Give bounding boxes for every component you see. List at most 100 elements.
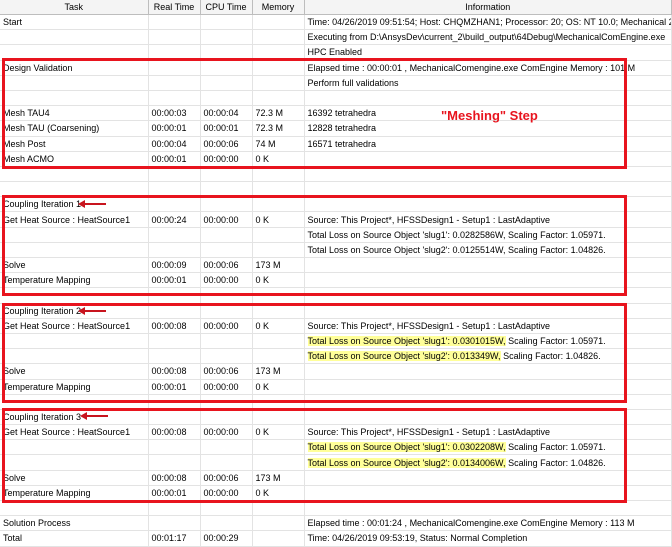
table-row[interactable]: Mesh ACMO 00:00:01 00:00:00 0 K [0, 151, 672, 167]
cpu-time-cell: 00:00:04 [200, 105, 253, 122]
information-cell: 16571 tetrahedra [304, 136, 672, 152]
task-cell: Solution Process [0, 515, 149, 532]
memory-cell [252, 333, 305, 350]
task-cell: Get Heat Source : HeatSource1 [0, 424, 149, 441]
task-cell: Temperature Mapping [0, 485, 149, 502]
information-cell: Total Loss on Source Object 'slug2': 0.0… [304, 454, 672, 471]
task-cell: Mesh Post [0, 136, 149, 152]
real-time-cell [148, 60, 201, 76]
column-header-memory[interactable]: Memory [252, 0, 305, 15]
table-row[interactable]: Total Loss on Source Object 'slug2': 0.0… [0, 348, 672, 365]
memory-cell: 173 M [252, 363, 305, 380]
table-row[interactable] [0, 287, 672, 304]
table-row[interactable]: Solve 00:00:09 00:00:06 173 M [0, 257, 672, 274]
memory-cell [252, 348, 305, 365]
real-time-cell [148, 196, 201, 213]
memory-cell: 0 K [252, 211, 305, 228]
table-row[interactable] [0, 90, 672, 107]
column-header-task[interactable]: Task [0, 0, 149, 15]
cpu-time-cell: 00:00:00 [200, 151, 253, 167]
information-cell [304, 363, 672, 380]
table-row[interactable]: Total Loss on Source Object 'slug2': 0.0… [0, 454, 672, 471]
table-row[interactable]: Get Heat Source : HeatSource1 00:00:08 00:… [0, 318, 672, 334]
memory-cell [252, 454, 305, 471]
table-row[interactable]: Total Loss on Source Object 'slug1': 0.0… [0, 227, 672, 243]
real-time-cell: 00:00:08 [148, 424, 201, 441]
cpu-time-cell [200, 454, 253, 471]
cpu-time-cell: 00:00:00 [200, 379, 253, 395]
table-row[interactable]: HPC Enabled [0, 44, 672, 61]
real-time-cell: 00:00:01 [148, 120, 201, 137]
scaling-factor-text: Scaling Factor: 1.05971. [505, 336, 606, 347]
task-cell [0, 333, 149, 350]
cpu-time-cell: 00:00:00 [200, 485, 253, 502]
task-cell: Design Validation [0, 60, 149, 76]
table-row[interactable]: Total Loss on Source Object 'slug2': 0.0… [0, 242, 672, 259]
table-row[interactable]: Total Loss on Source Object 'slug1': 0.0… [0, 333, 672, 350]
table-row[interactable]: Total Loss on Source Object 'slug1': 0.0… [0, 439, 672, 456]
table-row[interactable]: Design Validation Elapsed time : 00:00:01… [0, 60, 672, 76]
real-time-cell [148, 44, 201, 61]
real-time-cell [148, 348, 201, 365]
cpu-time-cell [200, 409, 253, 426]
table-row[interactable]: Perform full validations [0, 75, 672, 91]
task-cell: Coupling Iteration 1 [0, 196, 149, 213]
table-row[interactable]: Solve 00:00:08 00:00:06 173 M [0, 470, 672, 486]
table-row[interactable] [0, 500, 672, 517]
memory-cell [252, 500, 305, 517]
table-row[interactable]: Mesh TAU (Coarsening) 00:00:01 00:00:01 72.… [0, 120, 672, 137]
memory-cell [252, 60, 305, 76]
column-header-cpu-time[interactable]: CPU Time [200, 0, 253, 15]
task-cell: Mesh TAU (Coarsening) [0, 120, 149, 137]
information-cell: Elapsed time : 00:01:24 , MechanicalCome… [304, 515, 672, 532]
column-header-information[interactable]: Information [304, 0, 672, 15]
task-cell [0, 166, 149, 183]
cpu-time-cell [200, 166, 253, 183]
task-cell [0, 439, 149, 456]
cpu-time-cell [200, 394, 253, 410]
table-row[interactable]: Temperature Mapping 00:00:01 00:00:00 0 K [0, 272, 672, 289]
table-row[interactable]: Temperature Mapping 00:00:01 00:00:00 0 K [0, 379, 672, 395]
information-cell [304, 257, 672, 274]
task-cell: Solve [0, 363, 149, 380]
table-row[interactable]: Solution Process Elapsed time : 00:01:24 … [0, 515, 672, 532]
memory-cell: 0 K [252, 318, 305, 334]
table-row[interactable] [0, 394, 672, 410]
table-row[interactable]: Solve 00:00:08 00:00:06 173 M [0, 363, 672, 380]
information-cell: Source: This Project*, HFSSDesign1 - Set… [304, 424, 672, 441]
table-row[interactable]: Mesh Post 00:00:04 00:00:06 74 M 16571 tetra… [0, 136, 672, 152]
cpu-time-cell: 00:00:06 [200, 470, 253, 486]
column-header-real-time[interactable]: Real Time [148, 0, 201, 15]
table-row[interactable] [0, 166, 672, 183]
information-cell: Total Loss on Source Object 'slug1': 0.0… [304, 333, 672, 350]
table-row[interactable]: Mesh TAU4 00:00:03 00:00:04 72.3 M 16392 tet… [0, 105, 672, 122]
cpu-time-cell [200, 90, 253, 107]
table-row[interactable]: Temperature Mapping 00:00:01 00:00:00 0 K [0, 485, 672, 502]
table-header: Task Real Time CPU Time Memory Informati… [0, 0, 672, 15]
memory-cell: 74 M [252, 136, 305, 152]
table-row[interactable]: Start Time: 04/26/2019 09:51:54; Host: CH… [0, 14, 672, 31]
table-row[interactable]: Get Heat Source : HeatSource1 00:00:08 00:… [0, 424, 672, 441]
information-cell: HPC Enabled [304, 44, 672, 61]
information-cell: Perform full validations [304, 75, 672, 91]
arrow-left-icon [78, 307, 106, 315]
cpu-time-cell: 00:00:00 [200, 272, 253, 289]
cpu-time-cell: 00:00:01 [200, 120, 253, 137]
cpu-time-cell [200, 227, 253, 243]
memory-cell [252, 409, 305, 426]
memory-cell: 0 K [252, 485, 305, 502]
cpu-time-cell [200, 14, 253, 31]
table-row[interactable]: Get Heat Source : HeatSource1 00:00:24 00:… [0, 211, 672, 228]
table-row[interactable]: Executing from D:\AnsysDev\current_2\bui… [0, 29, 672, 46]
table-row[interactable] [0, 181, 672, 198]
real-time-cell [148, 181, 201, 198]
table-row[interactable]: Total 00:01:17 00:00:29 Time: 04/26/2019 09… [0, 530, 672, 547]
information-cell: Elapsed time : 00:00:01 , MechanicalCome… [304, 60, 672, 76]
cpu-time-cell [200, 303, 253, 319]
real-time-cell [148, 394, 201, 410]
task-cell: Mesh ACMO [0, 151, 149, 167]
information-cell [304, 151, 672, 167]
cpu-time-cell [200, 500, 253, 517]
scaling-factor-text: Scaling Factor: 1.04826. [500, 351, 601, 362]
cpu-time-cell [200, 181, 253, 198]
